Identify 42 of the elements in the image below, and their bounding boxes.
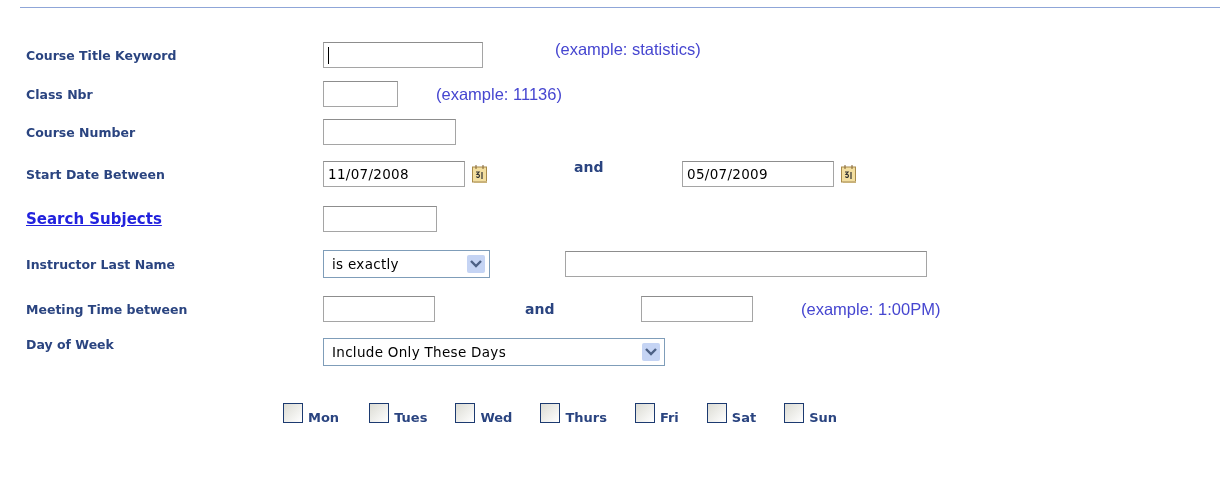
- field-label: Instructor Last Name: [26, 256, 177, 272]
- text-field[interactable]: [641, 296, 753, 322]
- field-label: Course Title Keyword: [26, 47, 178, 63]
- text-field[interactable]: [565, 251, 927, 277]
- example-hint: (example: 11136): [436, 84, 562, 104]
- checkbox[interactable]: [540, 403, 561, 423]
- day-label: Mon: [308, 411, 340, 424]
- and-label: and: [574, 159, 604, 176]
- day-label: Thurs: [565, 411, 607, 424]
- field-label: Course Number: [26, 124, 137, 140]
- field-label: Start Date Between: [26, 166, 166, 182]
- day-label: Wed: [480, 411, 513, 424]
- field-label: Meeting Time between: [26, 301, 189, 317]
- example-hint: (example: statistics): [555, 39, 701, 59]
- checkbox[interactable]: [706, 403, 727, 423]
- day-label: Fri: [659, 411, 679, 424]
- search-subjects-link[interactable]: Search Subjects: [26, 210, 323, 228]
- text-field[interactable]: [323, 206, 437, 232]
- dropdown[interactable]: is exactly: [323, 250, 490, 278]
- text-field[interactable]: [323, 119, 456, 145]
- checkbox[interactable]: [784, 403, 805, 423]
- text-field[interactable]: [323, 42, 483, 68]
- and-label: and: [525, 301, 555, 317]
- field-label: Class Nbr: [26, 86, 94, 102]
- field-label: Day of Week: [26, 336, 115, 352]
- date-field[interactable]: 05/07/2009: [682, 161, 834, 187]
- chevron-down-icon: [467, 255, 485, 273]
- day-label: Sat: [731, 411, 757, 424]
- text-field[interactable]: [323, 81, 398, 107]
- calendar-icon[interactable]: [840, 164, 858, 184]
- calendar-icon[interactable]: [471, 164, 489, 184]
- text-field[interactable]: [323, 296, 435, 322]
- checkbox[interactable]: [634, 403, 655, 423]
- chevron-down-icon: [642, 343, 660, 361]
- checkbox[interactable]: [369, 403, 390, 423]
- day-label: Tues: [394, 411, 428, 424]
- dropdown[interactable]: Include Only These Days: [323, 338, 665, 366]
- checkbox[interactable]: [283, 403, 303, 423]
- day-label: Sun: [809, 411, 838, 424]
- checkbox[interactable]: [455, 403, 476, 423]
- date-field[interactable]: 11/07/2008: [323, 161, 465, 187]
- example-hint: (example: 1:00PM): [801, 299, 941, 319]
